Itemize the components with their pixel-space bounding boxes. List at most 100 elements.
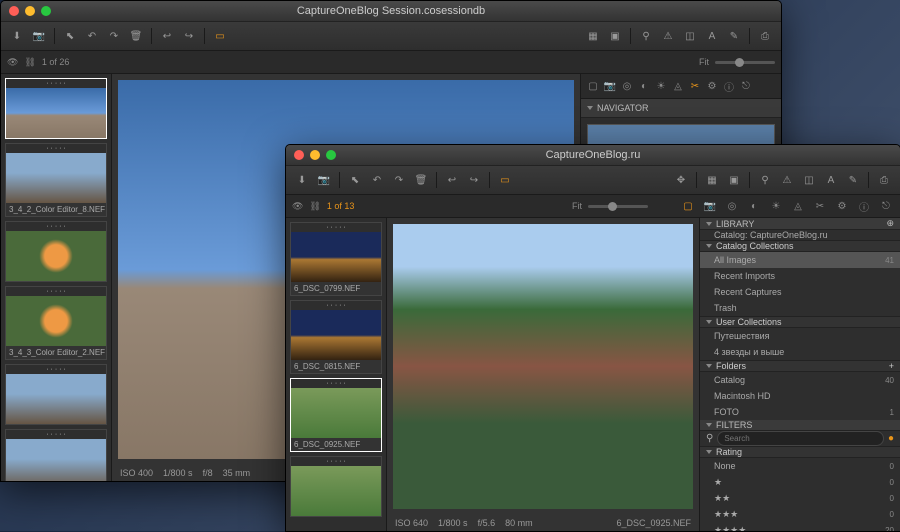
titlebar[interactable]: CaptureOneBlog Session.cosessiondb — [1, 1, 781, 22]
edit-icon[interactable]: ✎ — [843, 170, 863, 190]
undo-icon[interactable]: ↩ — [157, 26, 177, 46]
library-tab-icon[interactable]: ▢ — [585, 78, 601, 94]
collection-item[interactable]: Путешествия — [700, 328, 900, 344]
navigator-header[interactable]: NAVIGATOR — [581, 99, 781, 118]
capture-tab-icon[interactable]: 📷 — [702, 198, 718, 214]
thumbnail[interactable]: · · · · · — [5, 78, 107, 139]
collection-item[interactable]: 4 звезды и выше — [700, 344, 900, 360]
viewer-icon[interactable]: ▣ — [605, 26, 625, 46]
capture-icon[interactable]: 📷 — [314, 170, 334, 190]
import-icon[interactable]: ⬇ — [7, 26, 27, 46]
collection-item[interactable]: Trash — [700, 300, 900, 316]
rating-filter[interactable]: None0 — [700, 458, 900, 474]
minimize-button[interactable] — [310, 150, 320, 160]
thumbnail[interactable]: · · · · ·3_4_3_Color Editor_3.NEF — [5, 429, 107, 481]
folder-item[interactable]: FOTO1 — [700, 404, 900, 420]
edit-icon[interactable]: ✎ — [724, 26, 744, 46]
add-folder-icon[interactable]: + — [889, 361, 894, 371]
folder-item[interactable]: Catalog40 — [700, 372, 900, 388]
grid-icon[interactable]: ▦ — [702, 170, 722, 190]
cursor-icon[interactable]: ⬉ — [345, 170, 365, 190]
collection-item[interactable]: Recent Captures — [700, 284, 900, 300]
catalog-collections-section[interactable]: Catalog Collections — [700, 240, 900, 252]
redo-icon[interactable]: ↪ — [464, 170, 484, 190]
library-header[interactable]: LIBRARY⊕ — [700, 218, 900, 230]
rating-filter[interactable]: ★★0 — [700, 490, 900, 506]
process-icon[interactable]: ▭ — [495, 170, 515, 190]
rating-filter[interactable]: ★★★0 — [700, 506, 900, 522]
thumbnail-browser[interactable]: · · · · ·6_DSC_0799.NEF· · · · ·6_DSC_08… — [286, 218, 387, 531]
output-tab-icon[interactable]: ⎋ — [738, 78, 754, 94]
link-icon[interactable]: ⛓ — [24, 57, 35, 68]
zoom-fit-label[interactable]: Fit — [699, 57, 709, 67]
lens-tab-icon[interactable]: ◎ — [724, 198, 740, 214]
link-icon[interactable]: ⛓ — [309, 201, 320, 212]
meta-tab-icon[interactable]: ⓘ — [721, 78, 737, 94]
output-tab-icon[interactable]: ⎋ — [878, 198, 894, 214]
rotate-left-icon[interactable]: ↶ — [367, 170, 387, 190]
text-icon[interactable]: A — [821, 170, 841, 190]
rotate-right-icon[interactable]: ↷ — [389, 170, 409, 190]
collection-item[interactable]: All Images41 — [700, 252, 900, 268]
color-tab-icon[interactable]: ◐ — [746, 198, 762, 214]
capture-icon[interactable]: 📷 — [29, 26, 49, 46]
filters-header[interactable]: FILTERS — [700, 420, 900, 431]
rating-filter[interactable]: ★★★★20 — [700, 522, 900, 531]
add-icon[interactable]: ⊕ — [886, 218, 894, 229]
exposure-tab-icon[interactable]: ☀ — [768, 198, 784, 214]
close-button[interactable] — [294, 150, 304, 160]
trash-icon[interactable]: 🗑 — [126, 26, 146, 46]
print-icon[interactable]: ⎙ — [755, 26, 775, 46]
print-icon[interactable]: ⎙ — [874, 170, 894, 190]
viewer-image[interactable] — [393, 224, 693, 509]
import-icon[interactable]: ⬇ — [292, 170, 312, 190]
zoom-fit-label[interactable]: Fit — [572, 201, 582, 211]
crop-tab-icon[interactable]: ✂ — [687, 78, 703, 94]
cursor-icon[interactable]: ⬉ — [60, 26, 80, 46]
folder-item[interactable]: Macintosh HD — [700, 388, 900, 404]
grid-icon[interactable]: ▦ — [583, 26, 603, 46]
thumbnail-browser[interactable]: · · · · ·· · · · ·3_4_2_Color Editor_8.N… — [1, 74, 112, 481]
thumbnail[interactable]: · · · · · — [5, 221, 107, 282]
meta-tab-icon[interactable]: ⓘ — [856, 198, 872, 214]
color-tab-icon[interactable]: ◐ — [636, 78, 652, 94]
crop-tab-icon[interactable]: ✂ — [812, 198, 828, 214]
eye-icon[interactable]: 👁 — [7, 57, 18, 68]
exposure-tab-icon[interactable]: ☀ — [653, 78, 669, 94]
annotate-icon[interactable]: ◫ — [799, 170, 819, 190]
process-icon[interactable]: ▭ — [210, 26, 230, 46]
close-button[interactable] — [9, 6, 19, 16]
collection-item[interactable]: Recent Imports — [700, 268, 900, 284]
rating-filter[interactable]: ★0 — [700, 474, 900, 490]
eyedrop-icon[interactable]: ⚲ — [636, 26, 656, 46]
viewer-icon[interactable]: ▣ — [724, 170, 744, 190]
lens-tab-icon[interactable]: ◎ — [619, 78, 635, 94]
adjust-tab-icon[interactable]: ⚙ — [834, 198, 850, 214]
thumbnail[interactable]: · · · · ·3_4_2_Color Editor_8.NEF — [5, 143, 107, 217]
clear-icon[interactable]: ● — [888, 433, 894, 444]
details-tab-icon[interactable]: ◬ — [790, 198, 806, 214]
pan-icon[interactable]: ✥ — [671, 170, 691, 190]
details-tab-icon[interactable]: ◬ — [670, 78, 686, 94]
zoom-button[interactable] — [326, 150, 336, 160]
library-tab-icon[interactable]: ▢ — [680, 198, 696, 214]
thumbnail[interactable]: · · · · · — [5, 364, 107, 425]
warning-icon[interactable]: ⚠ — [658, 26, 678, 46]
zoom-slider[interactable] — [588, 205, 648, 208]
text-icon[interactable]: A — [702, 26, 722, 46]
adjust-tab-icon[interactable]: ⚙ — [704, 78, 720, 94]
capture-tab-icon[interactable]: 📷 — [602, 78, 618, 94]
eye-icon[interactable]: 👁 — [292, 201, 303, 212]
zoom-slider[interactable] — [715, 61, 775, 64]
search-input[interactable] — [717, 431, 884, 446]
minimize-button[interactable] — [25, 6, 35, 16]
thumbnail[interactable]: · · · · ·6_DSC_0925.NEF — [290, 378, 382, 452]
rotate-right-icon[interactable]: ↷ — [104, 26, 124, 46]
thumbnail[interactable]: · · · · ·6_DSC_0815.NEF — [290, 300, 382, 374]
thumbnail[interactable]: · · · · · — [290, 456, 382, 517]
titlebar[interactable]: CaptureOneBlog.ru — [286, 145, 900, 166]
thumbnail[interactable]: · · · · ·3_4_3_Color Editor_2.NEF — [5, 286, 107, 360]
undo-icon[interactable]: ↩ — [442, 170, 462, 190]
rating-section[interactable]: Rating — [700, 446, 900, 458]
annotate-icon[interactable]: ◫ — [680, 26, 700, 46]
